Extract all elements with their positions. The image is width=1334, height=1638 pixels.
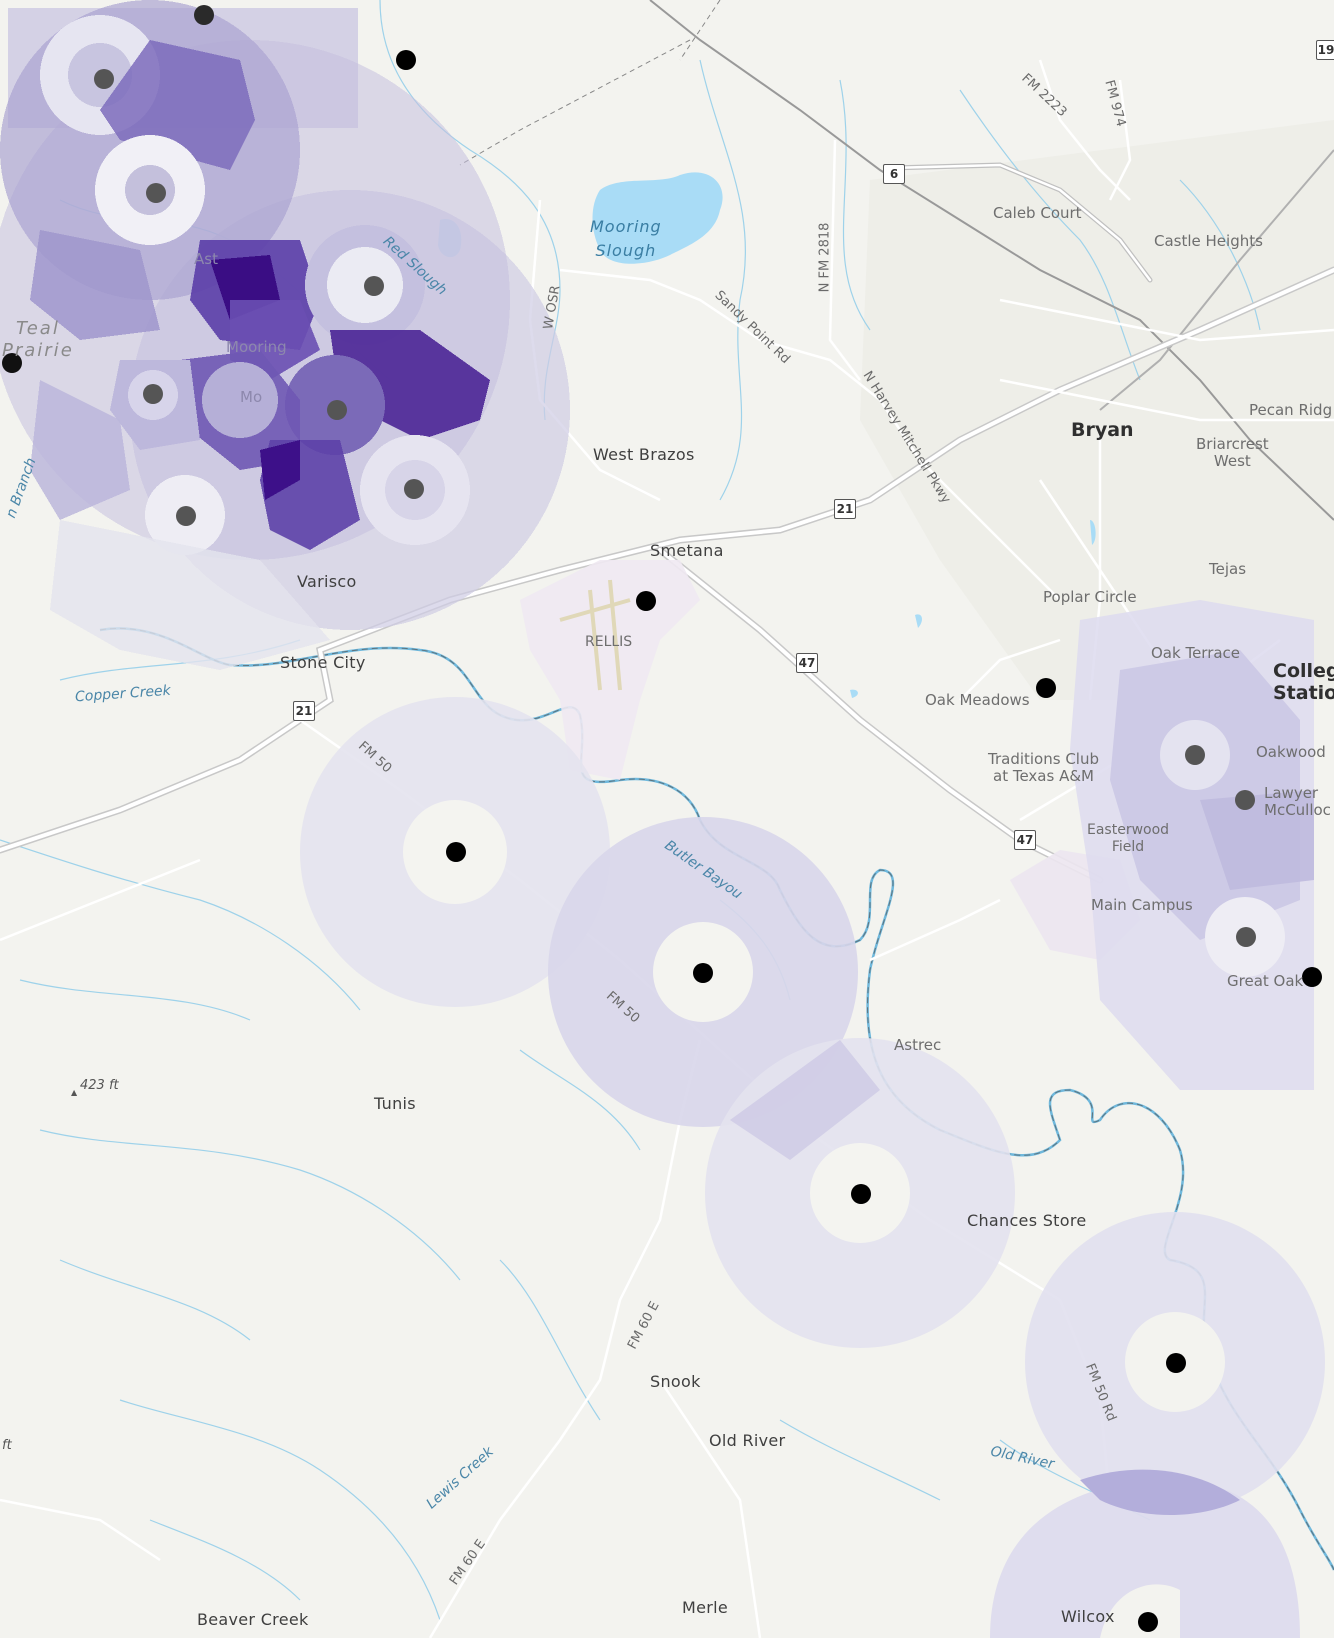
label-rellis: RELLIS [585,634,633,650]
label-mo-partial: Mo [240,388,263,406]
highway-shield-190: 19 [1316,40,1334,60]
label-beaver-creek: Beaver Creek [197,1610,309,1629]
label-lawyer-mcculloch: Lawyer McCulloc [1264,784,1331,819]
label-elevation-423: 423 ft [80,1078,119,1093]
point-marker [1036,678,1056,698]
highway-shield-6: 6 [883,164,905,184]
point-marker [327,400,347,420]
point-marker [1302,967,1322,987]
point-marker [194,5,214,25]
label-mooring-slough: Mooring Slough [590,217,662,260]
label-stone-city: Stone City [280,653,366,672]
label-west-brazos: West Brazos [593,445,695,464]
label-teal-prairie: Teal Prairie [2,318,74,361]
point-marker [693,963,713,983]
label-snook: Snook [650,1372,701,1391]
label-easterwood-field: Easterwood Field [1087,822,1170,855]
label-great-oaks: Great Oak [1227,972,1304,990]
label-main-campus: Main Campus [1091,896,1193,914]
label-oak-meadows: Oak Meadows [925,691,1030,709]
point-marker [396,50,416,70]
label-smetana: Smetana [650,541,724,560]
point-marker [404,479,424,499]
label-bryan: Bryan [1071,419,1134,441]
label-elevation-ft: ft [2,1438,12,1453]
label-mooring-partial: Mooring [226,338,287,356]
point-marker [176,506,196,526]
point-marker [446,842,466,862]
label-oakwood: Oakwood [1256,743,1326,761]
label-castle-heights: Castle Heights [1154,232,1263,250]
point-marker [1185,745,1205,765]
label-poplar-circle: Poplar Circle [1043,588,1137,606]
label-wilcox: Wilcox [1061,1607,1115,1626]
label-tunis: Tunis [374,1094,416,1113]
highway-shield-47: 47 [796,653,818,673]
highway-shield-21: 21 [834,499,856,519]
label-traditions-club: Traditions Club at Texas A&M [988,750,1099,785]
point-marker [636,591,656,611]
highway-shield-47: 47 [1014,830,1036,850]
label-old-river: Old River [709,1431,786,1450]
label-oak-terrace: Oak Terrace [1151,644,1241,662]
point-marker [146,183,166,203]
label-tejas: Tejas [1209,560,1247,578]
label-pecan-ridge: Pecan Ridg [1249,401,1333,419]
label-ast-partial: Ast [194,250,218,268]
point-marker [364,276,384,296]
label-astrec: Astrec [894,1036,942,1054]
label-briarcrest-west: Briarcrest West [1196,435,1269,470]
point-marker [94,69,114,89]
point-marker [1236,927,1256,947]
label-chances-store: Chances Store [967,1211,1087,1230]
point-marker [1235,790,1255,810]
label-road-n-fm2818: N FM 2818 [817,222,833,293]
point-marker [1138,1612,1158,1632]
point-marker [1166,1353,1186,1373]
elevation-triangle-icon: ▲ [71,1088,78,1097]
highway-shield-21: 21 [293,701,315,721]
label-college-station: Colleg Statio [1273,660,1334,704]
label-merle: Merle [682,1598,729,1617]
point-marker [143,384,163,404]
map-canvas[interactable]: 6 21 21 47 47 19 Bryan West Brazos Smeta… [0,0,1334,1638]
label-varisco: Varisco [297,572,357,591]
points-layer [2,5,1322,1632]
point-marker [851,1184,871,1204]
label-caleb-court: Caleb Court [993,204,1082,222]
